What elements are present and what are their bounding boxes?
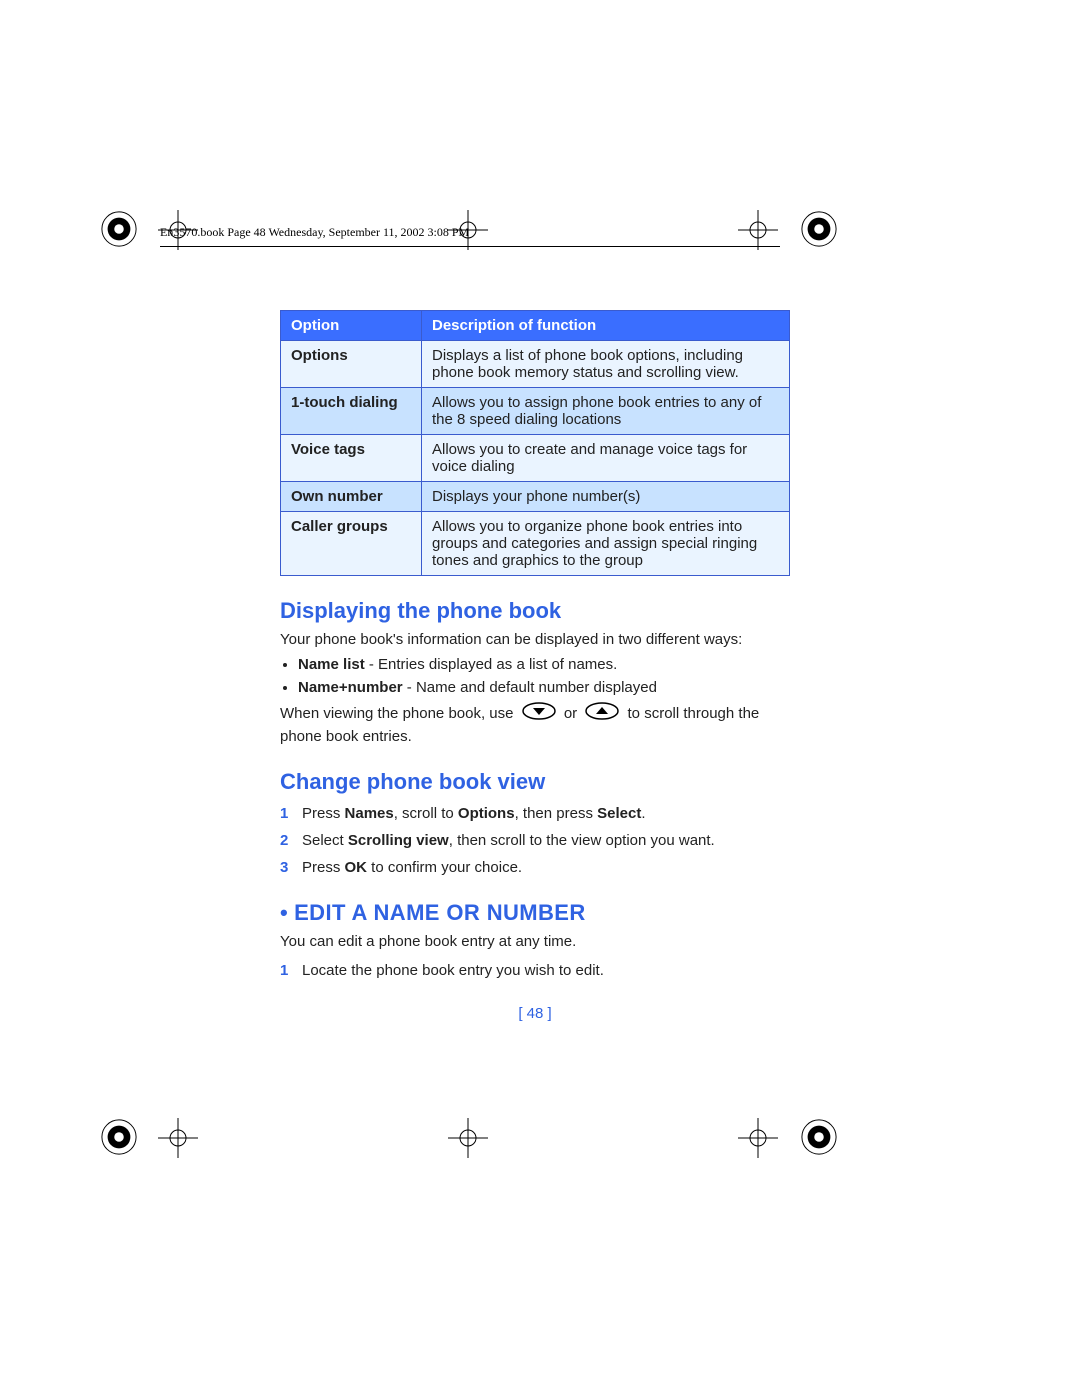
page-number: [ 48 ] [280, 1005, 790, 1022]
text-bold: OK [345, 859, 368, 876]
table-row: Voice tags Allows you to create and mana… [281, 435, 790, 482]
cropmark-bottom-3 [738, 1118, 778, 1162]
text: , scroll to [394, 805, 458, 822]
list-item: Name+number - Name and default number di… [298, 679, 790, 696]
step-number: 2 [280, 832, 288, 849]
page-body: Option Description of function Options D… [280, 310, 790, 1022]
running-head: En3570.book Page 48 Wednesday, September… [160, 225, 469, 240]
list-item: 1 Press Names, scroll to Options, then p… [280, 805, 790, 822]
steps-edit: 1 Locate the phone book entry you wish t… [280, 962, 790, 979]
text-bold: Scrolling view [348, 832, 449, 849]
heading-displaying: Displaying the phone book [280, 598, 790, 624]
cell-option: Own number [281, 482, 422, 512]
heading-text: EDIT A NAME OR NUMBER [294, 900, 586, 925]
reg-mark-bottom-left [100, 1118, 138, 1156]
list-item: 2 Select Scrolling view, then scroll to … [280, 832, 790, 849]
reg-mark-bottom-right [800, 1118, 838, 1156]
heading-change-view: Change phone book view [280, 769, 790, 795]
cell-option: Caller groups [281, 512, 422, 576]
scroll-up-icon [585, 702, 619, 726]
text: When viewing the phone book, use [280, 705, 518, 722]
table-row: Options Displays a list of phone book op… [281, 341, 790, 388]
text: Locate the phone book entry you wish to … [302, 962, 604, 979]
text: Select [302, 832, 348, 849]
bullet-icon: • [280, 900, 288, 925]
table-row: Caller groups Allows you to organize pho… [281, 512, 790, 576]
cropmark-top-1 [158, 210, 198, 254]
text: to confirm your choice. [367, 859, 522, 876]
scroll-down-icon [522, 702, 556, 726]
text-bold: Names [345, 805, 394, 822]
cell-desc: Allows you to assign phone book entries … [422, 388, 790, 435]
text: , then press [515, 805, 598, 822]
options-table: Option Description of function Options D… [280, 310, 790, 576]
reg-mark-top-right [800, 210, 838, 248]
bullet-bold: Name list [298, 656, 365, 673]
bullet-rest: - Name and default number displayed [403, 679, 657, 696]
cell-desc: Displays your phone number(s) [422, 482, 790, 512]
cropmark-bottom-1 [158, 1118, 198, 1162]
list-item: 1 Locate the phone book entry you wish t… [280, 962, 790, 979]
cell-desc: Allows you to organize phone book entrie… [422, 512, 790, 576]
text-bold: Options [458, 805, 515, 822]
step-number: 3 [280, 859, 288, 876]
cell-desc: Allows you to create and manage voice ta… [422, 435, 790, 482]
cell-option: 1-touch dialing [281, 388, 422, 435]
text-bold: Select [597, 805, 641, 822]
text: . [641, 805, 645, 822]
step-number: 1 [280, 805, 288, 822]
reg-mark-top-left [100, 210, 138, 248]
bullet-bold: Name+number [298, 679, 403, 696]
view-bullets: Name list - Entries displayed as a list … [298, 656, 790, 696]
list-item: Name list - Entries displayed as a list … [298, 656, 790, 673]
text-scroll: When viewing the phone book, use or to s… [280, 702, 790, 747]
text-intro1: Your phone book's information can be dis… [280, 630, 790, 650]
table-row: 1-touch dialing Allows you to assign pho… [281, 388, 790, 435]
cropmark-top-2 [448, 210, 488, 254]
text-edit-intro: You can edit a phone book entry at any t… [280, 932, 790, 952]
th-desc: Description of function [422, 311, 790, 341]
th-option: Option [281, 311, 422, 341]
text: Press [302, 859, 345, 876]
table-row: Own number Displays your phone number(s) [281, 482, 790, 512]
text: or [564, 705, 582, 722]
cell-desc: Displays a list of phone book options, i… [422, 341, 790, 388]
text: Press [302, 805, 345, 822]
list-item: 3 Press OK to confirm your choice. [280, 859, 790, 876]
steps-change-view: 1 Press Names, scroll to Options, then p… [280, 805, 790, 876]
cell-option: Voice tags [281, 435, 422, 482]
cell-option: Options [281, 341, 422, 388]
heading-edit-name: •EDIT A NAME OR NUMBER [280, 900, 790, 926]
text: , then scroll to the view option you wan… [449, 832, 715, 849]
cropmark-bottom-2 [448, 1118, 488, 1162]
bullet-rest: - Entries displayed as a list of names. [365, 656, 618, 673]
step-number: 1 [280, 962, 288, 979]
cropmark-top-3 [738, 210, 778, 254]
